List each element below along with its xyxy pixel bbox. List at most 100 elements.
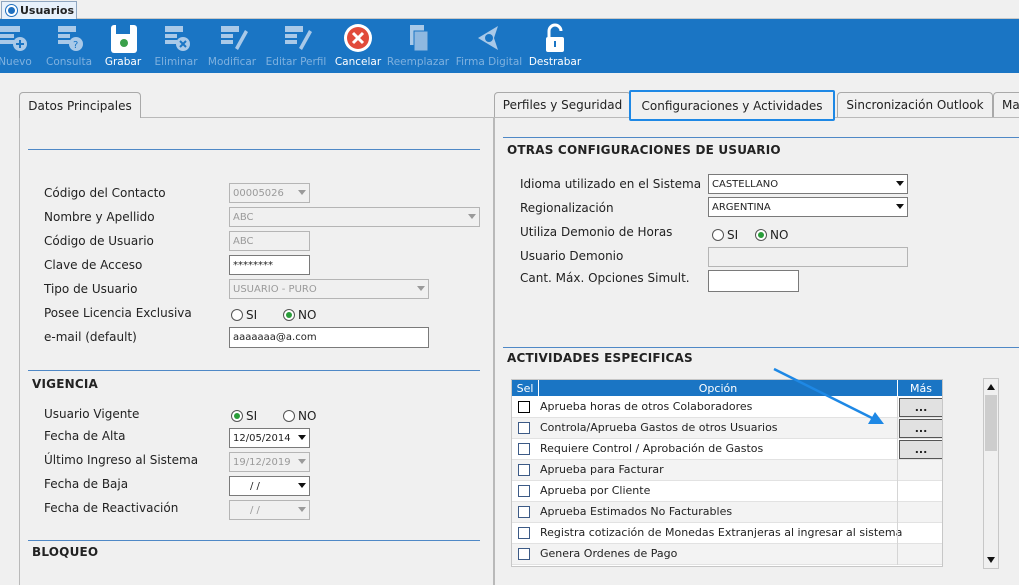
scroll-thumb[interactable] xyxy=(985,395,997,451)
mas-button[interactable]: ... xyxy=(899,419,942,438)
tab-sincronizacion-outlook[interactable]: Sincronización Outlook xyxy=(837,92,993,117)
consulta-button[interactable]: ? Consulta xyxy=(46,19,92,73)
licencia-label: Posee Licencia Exclusiva xyxy=(44,306,192,320)
modificar-label: Modificar xyxy=(207,56,257,68)
ultimo-ingreso-field[interactable]: 19/12/2019 xyxy=(229,452,310,472)
digital-signature-icon xyxy=(478,26,498,50)
cancel-icon xyxy=(344,24,372,52)
nuevo-button[interactable]: Nuevo xyxy=(0,19,34,73)
vigente-si-radio[interactable]: SI xyxy=(231,409,257,423)
row-checkbox[interactable] xyxy=(518,506,530,518)
row-checkbox[interactable] xyxy=(518,485,530,497)
licencia-si-label: SI xyxy=(246,308,258,322)
tab-more[interactable]: Ma xyxy=(993,92,1019,117)
cant-max-field[interactable] xyxy=(708,270,799,292)
licencia-si-radio[interactable]: SI xyxy=(231,308,257,322)
row-checkbox[interactable] xyxy=(518,548,530,560)
firma-digital-label: Firma Digital xyxy=(455,56,523,68)
destrabar-button[interactable]: Destrabar xyxy=(528,19,582,73)
cancelar-label: Cancelar xyxy=(334,56,382,68)
row-checkbox[interactable] xyxy=(518,443,530,455)
email-field[interactable]: aaaaaaa@a.com xyxy=(229,327,429,348)
destrabar-label: Destrabar xyxy=(528,56,582,68)
radio-circle xyxy=(283,410,295,422)
radio-circle xyxy=(712,229,724,241)
vigente-no-radio[interactable]: NO xyxy=(283,409,316,423)
row-checkbox[interactable] xyxy=(518,422,530,434)
nombre-select[interactable]: ABC xyxy=(229,207,480,227)
demonio-si-radio[interactable]: SI xyxy=(712,228,738,242)
otras-config-title: OTRAS CONFIGURACIONES DE USUARIO xyxy=(507,143,781,157)
licencia-no-radio[interactable]: NO xyxy=(283,308,316,322)
table-row[interactable]: Requiere Control / Aprobación de Gastos … xyxy=(512,439,942,460)
row-checkbox[interactable] xyxy=(518,527,530,539)
editar-perfil-label: Editar Perfil xyxy=(265,56,327,68)
chevron-down-icon xyxy=(298,483,306,488)
table-row[interactable]: Aprueba por Cliente xyxy=(512,481,942,502)
chevron-down-icon xyxy=(417,286,425,291)
eliminar-button[interactable]: Eliminar xyxy=(154,19,198,73)
row-opcion: Aprueba por Cliente xyxy=(540,484,651,497)
tab-configuraciones-actividades[interactable]: Configuraciones y Actividades xyxy=(629,90,835,121)
fecha-reactivacion-value: / / xyxy=(250,504,260,516)
table-row[interactable]: Genera Ordenes de Pago xyxy=(512,544,942,565)
scroll-down-icon[interactable] xyxy=(987,557,995,563)
tab-perfiles-label: Perfiles y Seguridad xyxy=(502,98,623,112)
cell-separator xyxy=(897,460,898,481)
scroll-up-icon[interactable] xyxy=(987,384,995,390)
table-row[interactable]: Aprueba para Facturar xyxy=(512,460,942,481)
chevron-down-icon xyxy=(298,435,306,440)
codigo-usuario-field[interactable]: ABC xyxy=(229,231,310,251)
cell-separator xyxy=(897,502,898,523)
reemplazar-button[interactable]: Reemplazar xyxy=(386,19,450,73)
reemplazar-label: Reemplazar xyxy=(386,56,450,68)
table-row[interactable]: Registra cotización de Monedas Extranjer… xyxy=(512,523,942,544)
cell-separator xyxy=(897,418,898,439)
vigencia-title: VIGENCIA xyxy=(32,377,99,391)
cell-separator xyxy=(897,523,898,544)
window-tab-usuarios[interactable]: Usuarios xyxy=(1,1,77,19)
delete-user-icon xyxy=(165,26,190,51)
mas-button[interactable]: ... xyxy=(899,440,942,459)
idioma-select[interactable]: CASTELLANO xyxy=(708,174,908,194)
grid-scrollbar[interactable] xyxy=(983,378,999,569)
grabar-button[interactable]: Grabar xyxy=(102,19,144,73)
row-opcion: Controla/Aprueba Gastos de otros Usuario… xyxy=(540,421,778,434)
fecha-alta-field[interactable]: 12/05/2014 xyxy=(229,428,310,448)
row-checkbox[interactable] xyxy=(518,401,530,413)
table-row[interactable]: Aprueba Estimados No Facturables xyxy=(512,502,942,523)
row-opcion: Aprueba horas de otros Colaboradores xyxy=(540,400,753,413)
codigo-usuario-value: ABC xyxy=(233,235,254,247)
app-icon xyxy=(6,5,17,16)
firma-digital-button[interactable]: Firma Digital xyxy=(454,19,524,73)
window-tab-label: Usuarios xyxy=(20,4,75,17)
usuario-demonio-field[interactable] xyxy=(708,247,908,267)
vigente-no-label: NO xyxy=(298,409,317,423)
cancelar-button[interactable]: Cancelar xyxy=(334,19,382,73)
tab-perfiles-seguridad[interactable]: Perfiles y Seguridad xyxy=(494,92,631,117)
mas-button[interactable]: ... xyxy=(899,398,942,417)
codigo-contacto-select[interactable]: 00005026 xyxy=(229,183,310,203)
query-user-icon: ? xyxy=(58,26,83,51)
fecha-baja-field[interactable]: / / xyxy=(229,476,310,496)
chevron-down-icon xyxy=(298,459,306,464)
svg-text:?: ? xyxy=(73,40,78,51)
fecha-reactivacion-field[interactable]: / / xyxy=(229,500,310,520)
editar-perfil-button[interactable]: Editar Perfil xyxy=(264,19,328,73)
col-mas: Más xyxy=(910,381,932,395)
modificar-button[interactable]: Modificar xyxy=(206,19,258,73)
demonio-no-radio[interactable]: NO xyxy=(755,228,788,242)
clave-field[interactable]: ******** xyxy=(229,255,310,275)
eliminar-label: Eliminar xyxy=(154,56,198,68)
regionalizacion-select[interactable]: ARGENTINA xyxy=(708,197,908,217)
col-sel: Sel xyxy=(512,380,539,396)
tipo-usuario-label: Tipo de Usuario xyxy=(44,282,138,296)
bloqueo-title: BLOQUEO xyxy=(32,545,99,559)
tipo-usuario-select[interactable]: USUARIO - PURO xyxy=(229,279,429,299)
tab-datos-principales[interactable]: Datos Principales xyxy=(19,92,141,118)
toolbar: Nuevo ? Consulta Grabar Eliminar Modific… xyxy=(0,19,1019,73)
row-checkbox[interactable] xyxy=(518,464,530,476)
row-opcion: Requiere Control / Aprobación de Gastos xyxy=(540,442,764,455)
divider xyxy=(503,137,1019,138)
divider xyxy=(28,370,480,371)
